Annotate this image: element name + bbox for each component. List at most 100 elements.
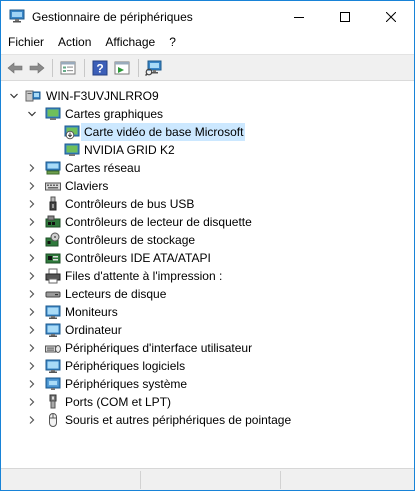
chevron-right-icon[interactable]: [27, 415, 37, 425]
print-queue-icon: [45, 268, 61, 284]
title-bar[interactable]: Gestionnaire de périphériques: [1, 1, 414, 32]
computer-icon: [25, 90, 41, 102]
chevron-right-icon[interactable]: [27, 289, 37, 299]
chevron-right-icon[interactable]: [27, 181, 37, 191]
menu-fichier[interactable]: Fichier: [1, 32, 51, 53]
tree-category-keyboards[interactable]: Claviers: [1, 177, 414, 195]
help-button[interactable]: ?: [90, 59, 110, 77]
status-pane: [1, 471, 141, 489]
tree-category-disk-drives[interactable]: Lecteurs de disque: [1, 285, 414, 303]
category-label: Ordinateur: [65, 323, 122, 337]
chevron-down-icon[interactable]: [9, 91, 19, 101]
chevron-right-icon[interactable]: [27, 217, 37, 227]
display-adapter-icon: [64, 143, 80, 156]
tree-category-ide-controllers[interactable]: Contrôleurs IDE ATA/ATAPI: [1, 249, 414, 267]
menu-action[interactable]: Action: [51, 32, 98, 53]
device-manager-window: Gestionnaire de périphériques Fichier Ac…: [0, 0, 415, 491]
tree-device-nvidia-grid[interactable]: NVIDIA GRID K2: [1, 141, 414, 159]
storage-controller-icon: [45, 232, 60, 247]
toolbar: ?: [1, 54, 414, 81]
tree-category-mice[interactable]: Souris et autres périphériques de pointa…: [1, 411, 414, 429]
category-label: Lecteurs de disque: [65, 287, 167, 301]
back-button[interactable]: [5, 59, 25, 77]
category-label: Périphériques système: [65, 377, 188, 391]
display-adapter-warning-icon: [64, 125, 80, 140]
floppy-controller-icon: [45, 215, 61, 228]
close-button[interactable]: [368, 1, 414, 32]
update-driver-button[interactable]: [112, 59, 132, 77]
category-label: Contrôleurs de stockage: [65, 233, 196, 247]
maximize-button[interactable]: [322, 1, 368, 32]
toolbar-separator: [52, 59, 53, 77]
scan-hardware-button[interactable]: [144, 59, 164, 77]
category-label: Contrôleurs IDE ATA/ATAPI: [65, 251, 211, 265]
chevron-right-icon[interactable]: [27, 253, 37, 263]
system-device-icon: [45, 377, 61, 390]
monitor-icon: [45, 305, 61, 319]
chevron-right-icon[interactable]: [27, 325, 37, 335]
category-label: Contrôleurs de bus USB: [65, 197, 195, 211]
forward-button[interactable]: [27, 59, 47, 77]
display-adapter-icon: [45, 107, 61, 120]
category-label: Cartes graphiques: [65, 107, 164, 121]
scan-hardware-icon: [145, 60, 162, 76]
category-label: Souris et autres périphériques de pointa…: [65, 413, 292, 427]
tree-category-monitors[interactable]: Moniteurs: [1, 303, 414, 321]
chevron-right-icon[interactable]: [27, 271, 37, 281]
tree-device-microsoft-basic-display[interactable]: Carte vidéo de base Microsoft: [1, 123, 414, 141]
tree-category-system-devices[interactable]: Périphériques système: [1, 375, 414, 393]
tree-category-hid[interactable]: Périphériques d'interface utilisateur: [1, 339, 414, 357]
tree-category-storage-controllers[interactable]: Contrôleurs de stockage: [1, 231, 414, 249]
minimize-button[interactable]: [276, 1, 322, 32]
computer-icon: [45, 323, 61, 337]
chevron-right-icon[interactable]: [27, 343, 37, 353]
chevron-right-icon[interactable]: [27, 163, 37, 173]
chevron-right-icon[interactable]: [27, 361, 37, 371]
software-device-icon: [45, 359, 61, 373]
device-label: Carte vidéo de base Microsoft: [84, 125, 244, 139]
properties-button[interactable]: [58, 59, 78, 77]
chevron-right-icon[interactable]: [27, 397, 37, 407]
chevron-right-icon[interactable]: [27, 307, 37, 317]
close-icon: [386, 11, 396, 22]
mouse-icon: [49, 413, 57, 427]
tree-root[interactable]: WIN-F3UVJNLRRO9: [1, 87, 414, 105]
usb-icon: [49, 196, 57, 211]
tree-category-print-queues[interactable]: Files d'attente à l'impression :: [1, 267, 414, 285]
category-label: Contrôleurs de lecteur de disquette: [65, 215, 252, 229]
maximize-icon: [340, 11, 350, 22]
ide-controller-icon: [45, 253, 61, 264]
status-pane: [141, 471, 281, 489]
chevron-right-icon[interactable]: [27, 235, 37, 245]
help-icon: ?: [92, 60, 108, 76]
chevron-down-icon[interactable]: [27, 109, 37, 119]
menu-bar: Fichier Action Affichage ?: [1, 32, 414, 53]
tree-category-network-adapters[interactable]: Cartes réseau: [1, 159, 414, 177]
category-label: Périphériques logiciels: [65, 359, 186, 373]
toolbar-separator: [84, 59, 85, 77]
status-bar: [1, 468, 414, 490]
computer-name-label: WIN-F3UVJNLRRO9: [46, 89, 159, 103]
category-label: Claviers: [65, 179, 109, 193]
device-manager-icon: [9, 9, 25, 23]
tree-category-usb-controllers[interactable]: Contrôleurs de bus USB: [1, 195, 414, 213]
chevron-right-icon[interactable]: [27, 199, 37, 209]
tree-category-software-devices[interactable]: Périphériques logiciels: [1, 357, 414, 375]
tree-category-computer[interactable]: Ordinateur: [1, 321, 414, 339]
menu-help[interactable]: ?: [162, 32, 183, 53]
keyboard-icon: [45, 182, 61, 191]
tree-category-floppy-controllers[interactable]: Contrôleurs de lecteur de disquette: [1, 213, 414, 231]
tree-category-ports[interactable]: Ports (COM et LPT): [1, 393, 414, 411]
port-icon: [49, 394, 57, 409]
update-driver-icon: [114, 61, 130, 75]
tree-category-display-adapters[interactable]: Cartes graphiques: [1, 105, 414, 123]
network-adapter-icon: [45, 161, 61, 175]
category-label: Ports (COM et LPT): [65, 395, 172, 409]
properties-icon: [60, 61, 76, 75]
menu-affichage[interactable]: Affichage: [98, 32, 162, 53]
back-arrow-icon: [7, 62, 23, 74]
device-tree[interactable]: WIN-F3UVJNLRRO9 Cartes graphiques Carte …: [1, 82, 414, 468]
minimize-icon: [294, 16, 304, 18]
chevron-right-icon[interactable]: [27, 379, 37, 389]
device-label: NVIDIA GRID K2: [84, 143, 175, 157]
